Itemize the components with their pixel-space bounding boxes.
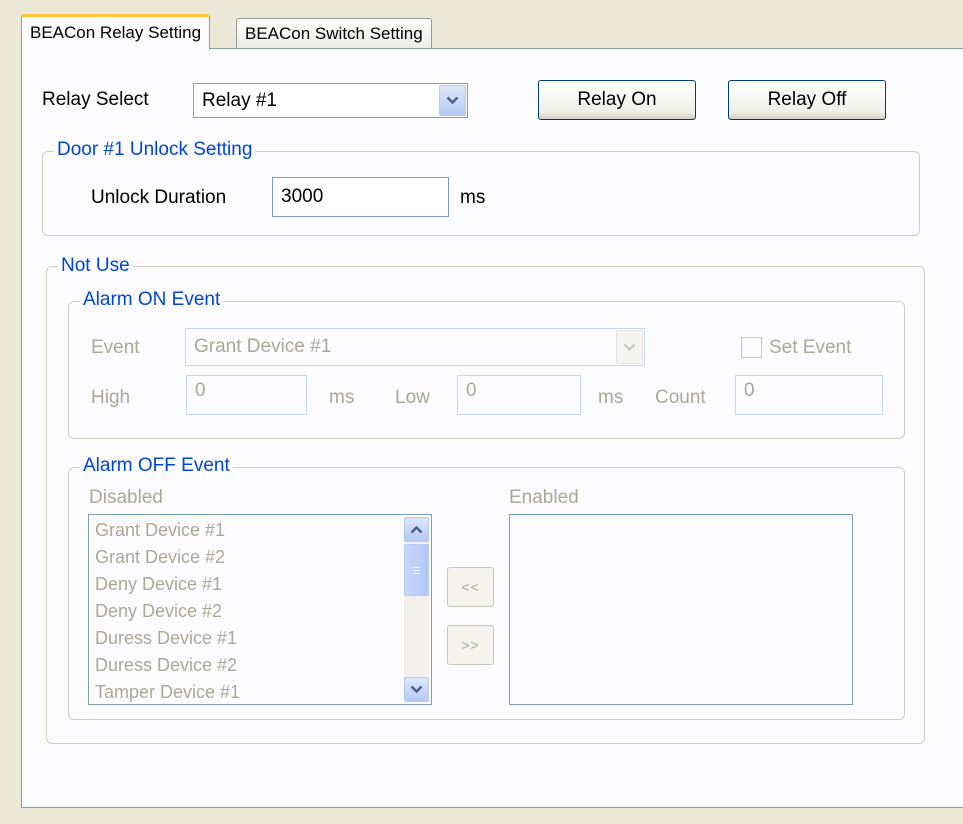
list-item[interactable]: Grant Device #1 — [89, 517, 401, 544]
unlock-duration-input[interactable]: 3000 — [272, 177, 449, 217]
tab-relay-setting[interactable]: BEACon Relay Setting — [21, 14, 211, 50]
scrollbar-thumb[interactable] — [404, 544, 429, 596]
list-item[interactable]: Grant Device #2 — [89, 544, 401, 571]
scroll-up-icon[interactable] — [404, 517, 429, 542]
set-event-label: Set Event — [769, 337, 852, 358]
move-left-button[interactable]: << — [447, 567, 494, 607]
set-event-checkbox[interactable] — [741, 337, 762, 358]
disabled-list-label: Disabled — [89, 487, 163, 508]
low-unit: ms — [598, 387, 624, 408]
count-value: 0 — [744, 380, 755, 401]
alarm-off-group-title: Alarm OFF Event — [80, 455, 233, 477]
list-item[interactable]: Deny Device #1 — [89, 571, 401, 598]
list-item[interactable]: Duress Device #1 — [89, 625, 401, 652]
relay-select-value: Relay #1 — [202, 89, 277, 111]
enabled-listbox[interactable] — [509, 514, 853, 705]
chevron-down-icon[interactable] — [439, 85, 466, 116]
unlock-duration-unit: ms — [460, 187, 486, 208]
relay-off-button[interactable]: Relay Off — [728, 80, 886, 120]
not-use-group-title: Not Use — [58, 255, 133, 277]
enabled-list-label: Enabled — [509, 487, 579, 508]
relay-select-dropdown[interactable]: Relay #1 — [193, 83, 468, 118]
unlock-duration-label: Unlock Duration — [91, 187, 227, 208]
list-item[interactable]: Tamper Device #1 — [89, 679, 401, 704]
unlock-duration-value: 3000 — [281, 186, 324, 207]
event-label: Event — [91, 337, 140, 358]
tab-relay-setting-label: BEACon Relay Setting — [30, 23, 202, 42]
door-unlock-group-title: Door #1 Unlock Setting — [54, 139, 256, 161]
low-label: Low — [395, 387, 430, 408]
chevron-down-icon[interactable] — [616, 330, 643, 364]
high-value: 0 — [195, 380, 206, 401]
alarm-on-group-title: Alarm ON Event — [80, 289, 224, 311]
tab-switch-setting[interactable]: BEACon Switch Setting — [236, 18, 432, 48]
relay-on-button[interactable]: Relay On — [538, 80, 696, 120]
relay-select-label: Relay Select — [42, 89, 149, 110]
tab-switch-setting-label: BEACon Switch Setting — [245, 24, 423, 43]
low-value: 0 — [466, 380, 477, 401]
count-label: Count — [655, 387, 706, 408]
high-label: High — [91, 387, 131, 408]
high-unit: ms — [329, 387, 355, 408]
list-item[interactable]: Deny Device #2 — [89, 598, 401, 625]
disabled-listbox[interactable]: Grant Device #1 Grant Device #2 Deny Dev… — [88, 514, 432, 705]
list-item[interactable]: Duress Device #2 — [89, 652, 401, 679]
high-input[interactable]: 0 — [186, 375, 307, 415]
scroll-down-icon[interactable] — [404, 677, 429, 702]
event-select-value: Grant Device #1 — [194, 336, 332, 357]
count-input[interactable]: 0 — [735, 375, 883, 415]
alarm-on-group — [68, 301, 905, 439]
event-select-dropdown[interactable]: Grant Device #1 — [185, 328, 645, 366]
move-right-button[interactable]: >> — [447, 625, 494, 665]
low-input[interactable]: 0 — [457, 375, 581, 415]
